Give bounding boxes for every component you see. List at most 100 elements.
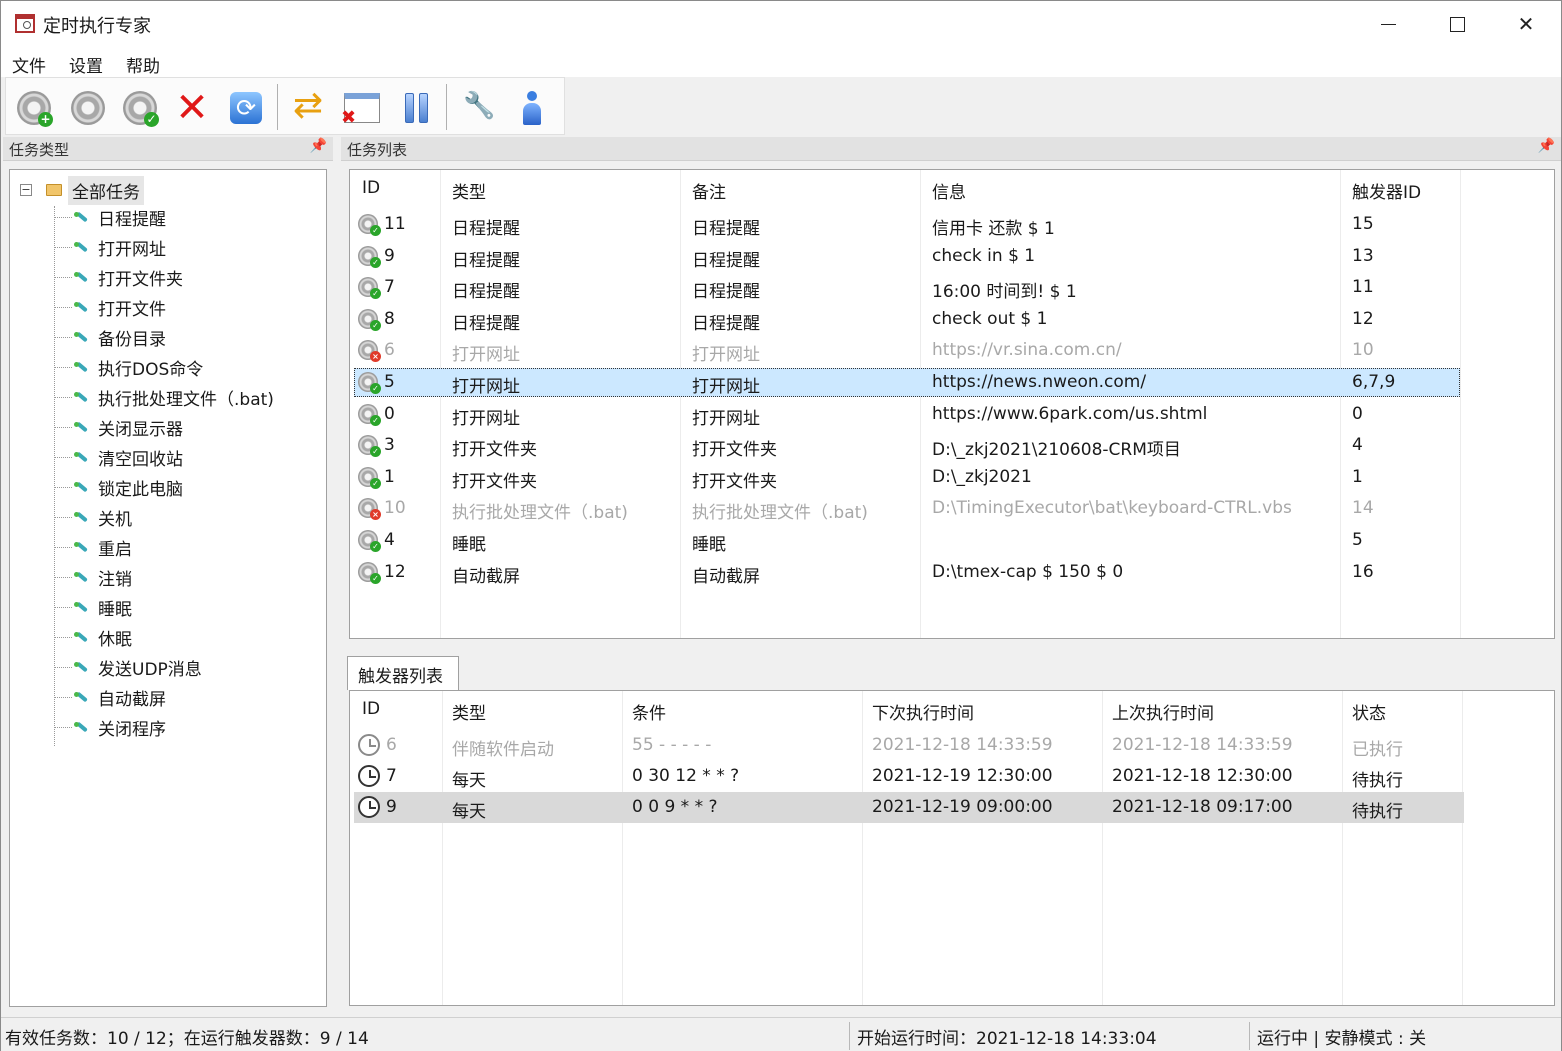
collapse-icon[interactable]: − <box>20 184 32 196</box>
tree-item[interactable]: 关机 <box>54 502 132 532</box>
tree-item[interactable]: 打开网址 <box>54 232 166 262</box>
task-type: 自动截屏 <box>452 566 520 587</box>
task-type: 日程提醒 <box>452 250 520 271</box>
tree-item[interactable]: 注销 <box>54 562 132 592</box>
task-type-icon <box>74 210 88 224</box>
task-row[interactable]: ✓ 1 打开文件夹 打开文件夹 D:\_zkj2021 1 <box>350 462 1554 493</box>
tree-item[interactable]: 关闭显示器 <box>54 412 183 442</box>
column-header-next-run[interactable]: 下次执行时间 <box>872 699 974 724</box>
trigger-row[interactable]: 7 每天 0 30 12 * * ? 2021-12-19 12:30:00 2021-… <box>350 761 1554 792</box>
task-row[interactable]: ✓ 5 打开网址 打开网址 https://news.nweon.com/6,7,9 <box>350 367 1554 398</box>
refresh-button[interactable]: ⟳ <box>226 88 266 128</box>
task-row[interactable]: ✓ 11 日程提醒 日程提醒 信用卡 还款 $ 1 15 <box>350 209 1554 240</box>
swap-button[interactable] <box>290 85 330 128</box>
task-trigger-id: 0 <box>1352 403 1363 424</box>
pause-button[interactable] <box>396 88 436 128</box>
trigger-row[interactable]: 6 伴随软件启动 55 - - - - - 2021-12-18 14:33:59 20… <box>350 730 1554 761</box>
task-info: https://vr.sina.com.cn/ <box>932 340 1122 361</box>
tools-button[interactable] <box>460 88 500 128</box>
menu-help[interactable]: 帮助 <box>126 52 160 77</box>
task-row[interactable]: ✓ 0 打开网址 打开网址 https://www.6park.com/us.shtml… <box>350 399 1554 430</box>
column-header-info[interactable]: 信息 <box>932 178 966 203</box>
tree-item[interactable]: 休眠 <box>54 622 132 652</box>
tree-item-label: 备份目录 <box>98 329 166 350</box>
tab-trigger-list[interactable]: 触发器列表 <box>347 656 459 690</box>
hide-window-button[interactable] <box>341 88 382 128</box>
tree-item[interactable]: 执行批处理文件（.bat) <box>54 382 274 412</box>
trigger-list-header: ID 类型 条件 下次执行时间 上次执行时间 状态 <box>350 691 1554 727</box>
task-info: D:\TimingExecutor\bat\keyboard-CTRL.vbs <box>932 498 1292 519</box>
tree-connector <box>54 486 72 488</box>
trigger-condition: 55 - - - - - <box>632 735 712 755</box>
tree-connector <box>54 216 72 218</box>
task-list: ID 类型 备注 信息 触发器ID ✓ 11 日程提醒 日程提醒 信用卡 还款 $ 11… <box>349 169 1555 639</box>
task-type-icon <box>74 720 88 734</box>
status-run-mode: 运行中 | 安静模式 : 关 <box>1257 1029 1427 1049</box>
task-note: 日程提醒 <box>692 313 760 334</box>
column-header-last-run[interactable]: 上次执行时间 <box>1112 699 1214 724</box>
task-list-panel-title: 任务列表 <box>347 141 408 159</box>
tree-item[interactable]: 备份目录 <box>54 322 166 352</box>
menu-settings[interactable]: 设置 <box>69 52 103 77</box>
tree-item[interactable]: 锁定此电脑 <box>54 472 183 502</box>
column-header-note[interactable]: 备注 <box>692 178 726 203</box>
pin-icon[interactable]: 📌 <box>1538 138 1555 154</box>
column-header-type[interactable]: 类型 <box>452 178 486 203</box>
tree-item-label: 休眠 <box>98 629 132 650</box>
tree-item-label: 锁定此电脑 <box>98 479 183 500</box>
tree-item[interactable]: 发送UDP消息 <box>54 652 202 682</box>
tree-connector <box>54 456 72 458</box>
tree-item[interactable]: 重启 <box>54 532 132 562</box>
task-row[interactable]: ✓ 3 打开文件夹 打开文件夹 D:\_zkj2021\210608-CRM项目 4 <box>350 430 1554 461</box>
task-id: 3 <box>384 435 395 456</box>
task-id: 5 <box>384 372 395 392</box>
trigger-row[interactable]: 9 每天 0 0 9 * * ? 2021-12-19 09:00:00 2021-12… <box>350 792 1554 823</box>
tree-item-label: 执行批处理文件（.bat) <box>98 389 274 410</box>
trigger-type: 伴随软件启动 <box>452 740 554 760</box>
task-info: D:\tmex-cap $ 150 $ 0 <box>932 561 1124 582</box>
column-header-condition[interactable]: 条件 <box>632 699 666 724</box>
tree-item[interactable]: 关闭程序 <box>54 712 166 742</box>
trigger-last-run: 2021-12-18 12:30:00 <box>1112 766 1293 786</box>
column-header-type[interactable]: 类型 <box>452 699 486 724</box>
task-row[interactable]: ✓ 8 日程提醒 日程提醒 check out $ 1 12 <box>350 304 1554 335</box>
tree-connector <box>54 516 72 518</box>
tree-item[interactable]: 睡眠 <box>54 592 132 622</box>
task-row[interactable]: × 10 执行批处理文件（.bat) 执行批处理文件（.bat) D:\TimingEx… <box>350 493 1554 524</box>
tree-item[interactable]: 执行DOS命令 <box>54 352 203 382</box>
trigger-state: 待执行 <box>1352 802 1403 822</box>
tree-item[interactable]: 自动截屏 <box>54 682 166 712</box>
task-row[interactable]: ✓ 9 日程提醒 日程提醒 check in $ 1 13 <box>350 241 1554 272</box>
task-row[interactable]: ✓ 7 日程提醒 日程提醒 16:00 时间到! $ 1 11 <box>350 272 1554 303</box>
maximize-button[interactable] <box>1422 1 1492 47</box>
delete-task-button[interactable]: ✕ <box>172 88 212 128</box>
task-trigger-id: 14 <box>1352 498 1374 519</box>
tree-item[interactable]: 打开文件夹 <box>54 262 183 292</box>
tree-item[interactable]: 清空回收站 <box>54 442 183 472</box>
tree-item[interactable]: 打开文件 <box>54 292 166 322</box>
task-row[interactable]: × 6 打开网址 打开网址 https://vr.sina.com.cn/10 <box>350 335 1554 366</box>
minimize-button[interactable] <box>1353 1 1423 47</box>
column-header-id[interactable]: ID <box>362 699 380 719</box>
column-header-id[interactable]: ID <box>362 178 380 198</box>
add-task-button[interactable]: + <box>14 88 54 128</box>
close-button[interactable]: ✕ <box>1491 1 1561 47</box>
edit-task-button[interactable] <box>68 88 108 128</box>
task-type-icon <box>74 600 88 614</box>
task-row[interactable]: ✓ 4 睡眠 睡眠 5 <box>350 525 1554 556</box>
trigger-condition: 0 30 12 * * ? <box>632 766 740 786</box>
user-button[interactable] <box>512 88 552 128</box>
tree-connector <box>54 246 72 248</box>
menu-file[interactable]: 文件 <box>12 52 46 77</box>
toolbar: + ✓ ✕ ⟳ <box>5 77 565 135</box>
enable-task-button[interactable]: ✓ <box>120 88 160 128</box>
task-note: 打开网址 <box>692 408 760 429</box>
task-trigger-id: 15 <box>1352 214 1374 234</box>
task-info: check out $ 1 <box>932 308 1048 329</box>
pin-icon[interactable]: 📌 <box>310 138 327 154</box>
task-row[interactable]: ✓ 12 自动截屏 自动截屏 D:\tmex-cap $ 150 $ 0 16 <box>350 557 1554 588</box>
tree-item[interactable]: 日程提醒 <box>54 202 166 232</box>
column-header-trigger-id[interactable]: 触发器ID <box>1352 178 1421 203</box>
column-header-state[interactable]: 状态 <box>1352 699 1386 724</box>
tree-item-label: 关机 <box>98 509 132 530</box>
